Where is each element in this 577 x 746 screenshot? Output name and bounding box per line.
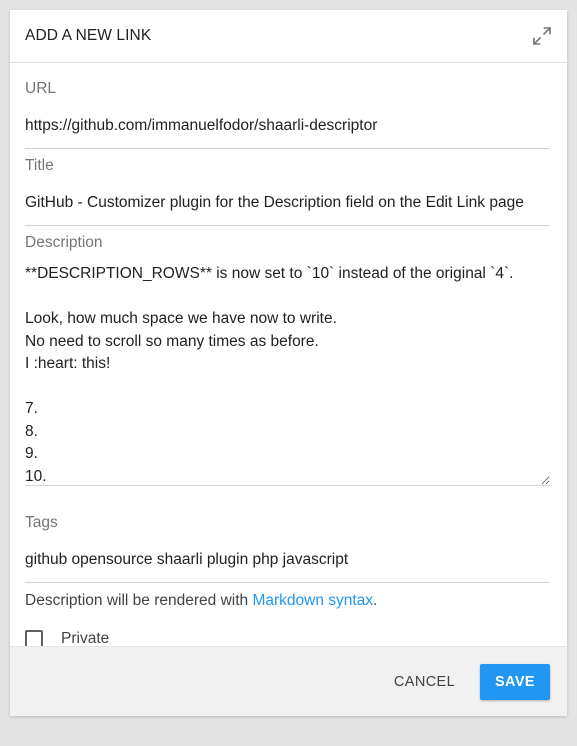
url-input[interactable] [25,113,550,149]
tags-label: Tags [25,514,58,531]
markdown-note: Description will be rendered with Markdo… [25,592,377,610]
dialog-title: ADD A NEW LINK [25,27,152,44]
markdown-syntax-link[interactable]: Markdown syntax [252,592,373,609]
dialog-header: ADD A NEW LINK [10,10,567,63]
tags-field: Tags [25,514,550,583]
url-label: URL [25,80,57,97]
expand-icon[interactable] [531,25,553,47]
dialog-footer: CANCEL SAVE [10,646,567,716]
cancel-button[interactable]: CANCEL [384,664,465,700]
markdown-note-prefix: Description will be rendered with [25,592,253,609]
add-link-dialog: ADD A NEW LINK URL Title Description **D… [10,10,567,716]
description-textarea[interactable]: **DESCRIPTION_ROWS** is now set to `10` … [25,263,550,486]
title-input[interactable] [25,190,550,226]
markdown-note-suffix: . [373,592,378,609]
description-field: Description **DESCRIPTION_ROWS** is now … [25,234,550,486]
description-label: Description [25,234,103,251]
tags-input[interactable] [25,547,550,583]
title-label: Title [25,157,54,174]
save-button[interactable]: SAVE [480,664,550,700]
title-field: Title [25,157,550,226]
url-field: URL [25,80,550,149]
